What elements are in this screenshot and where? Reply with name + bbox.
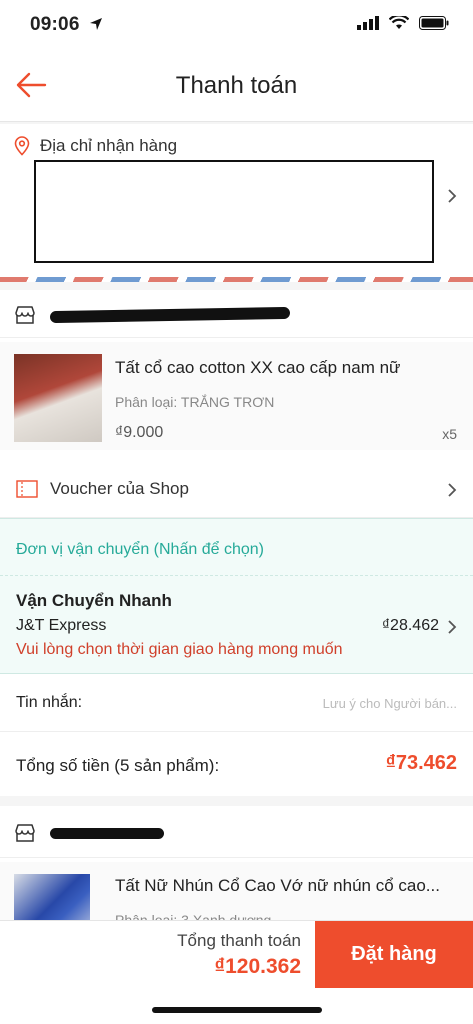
chevron-right-icon xyxy=(448,483,457,497)
product-item[interactable]: Tất cổ cao cotton XX cao cấp nam nữ Phân… xyxy=(0,342,473,450)
shipping-selector[interactable]: Đơn vị vận chuyển (Nhấn để chọn) Vận Chu… xyxy=(0,518,473,674)
product-title-2: Tất Nữ Nhún Cổ Cao Vớ nữ nhún cổ cao... xyxy=(115,876,440,895)
airmail-divider xyxy=(0,277,473,282)
product-title: Tất cổ cao cotton XX cao cấp nam nữ xyxy=(115,358,401,377)
shop-name-redacted xyxy=(50,828,164,839)
message-input[interactable] xyxy=(160,690,457,716)
product-quantity: x5 xyxy=(442,426,457,442)
product-variant: Phân loại: TRẮNG TRƠN xyxy=(115,394,275,410)
product-thumbnail xyxy=(14,354,102,442)
shop-total-row: Tổng số tiền (5 sản phẩm): ₫73.462 xyxy=(0,732,473,796)
chevron-right-icon xyxy=(448,189,457,203)
message-label: Tin nhắn: xyxy=(16,694,83,711)
shop-header-2[interactable] xyxy=(0,806,473,858)
shipping-warning: Vui lòng chọn thời gian giao hàng mong m… xyxy=(16,641,343,658)
shop-total-value: ₫73.462 xyxy=(385,752,457,774)
address-section[interactable]: Địa chỉ nhận hàng xyxy=(0,124,473,282)
shop-voucher-row[interactable]: Voucher của Shop xyxy=(0,462,473,518)
shipping-carrier: J&T Express xyxy=(16,617,107,634)
voucher-label: Voucher của Shop xyxy=(50,479,189,498)
app-header: Thanh toán xyxy=(0,50,473,122)
store-icon xyxy=(15,824,35,842)
status-time: 09:06 xyxy=(30,14,80,35)
shipping-title: Đơn vị vận chuyển (Nhấn để chọn) xyxy=(16,541,264,558)
wifi-icon xyxy=(389,16,409,29)
location-pin-icon xyxy=(14,136,30,156)
grand-total-label: Tổng thanh toán xyxy=(177,931,301,950)
store-icon xyxy=(15,306,35,324)
shipping-divider xyxy=(0,575,473,576)
home-indicator xyxy=(152,1007,322,1013)
status-icons xyxy=(357,16,449,30)
shipping-type: Vận Chuyển Nhanh xyxy=(16,591,172,610)
shop-section-2: Tất Nữ Nhún Cổ Cao Vớ nữ nhún cổ cao... … xyxy=(0,806,473,936)
signal-icon xyxy=(357,16,379,30)
message-row: Tin nhắn: xyxy=(0,674,473,732)
address-redacted-box xyxy=(34,160,434,263)
battery-icon xyxy=(419,16,449,30)
shop-name-redacted xyxy=(49,306,291,324)
voucher-ticket-icon xyxy=(16,480,38,498)
shop-header[interactable] xyxy=(0,290,473,338)
status-bar: 09:06 xyxy=(0,0,473,50)
address-label: Địa chỉ nhận hàng xyxy=(40,136,178,155)
grand-total-value: ₫120.362 xyxy=(214,955,301,978)
product-price: ₫9.000 xyxy=(115,424,164,441)
shop-section: Tất cổ cao cotton XX cao cấp nam nữ Phân… xyxy=(0,290,473,796)
location-arrow-icon xyxy=(90,18,102,30)
page-title: Thanh toán xyxy=(175,72,298,99)
shop-total-label: Tổng số tiền (5 sản phẩm): xyxy=(16,756,220,775)
place-order-button[interactable]: Đặt hàng xyxy=(315,921,473,988)
shipping-price: ₫28.462 xyxy=(381,617,439,634)
chevron-right-icon xyxy=(448,620,457,634)
